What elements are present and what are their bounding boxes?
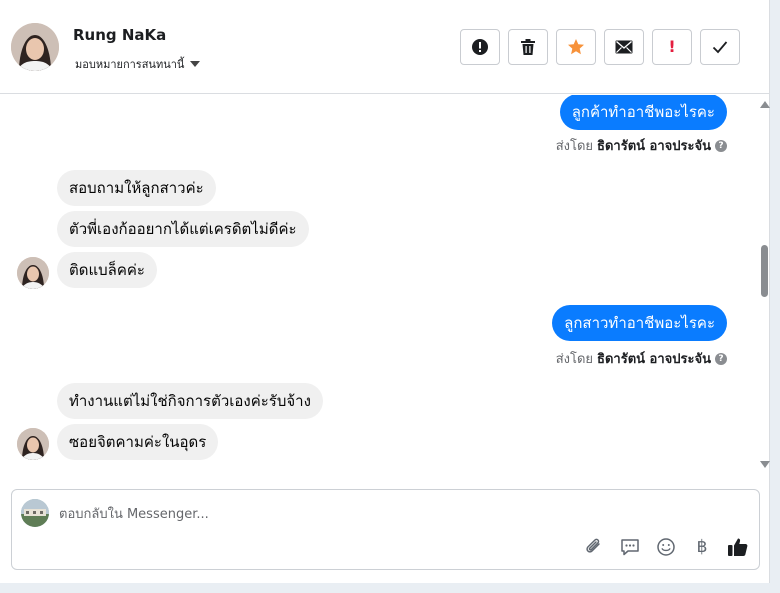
contact-avatar-small bbox=[17, 428, 49, 460]
sent-by-name: ธิดารัตน์ อาจประจัน bbox=[597, 352, 711, 367]
conversation-header: Rung NaKa มอบหมายการสนทนานี้ ! bbox=[0, 0, 770, 94]
mark-important-button[interactable]: ! bbox=[652, 29, 692, 65]
sent-by-label: ส่งโดย ธิดารัตน์ อาจประจัน ? bbox=[556, 135, 727, 156]
paperclip-icon bbox=[586, 538, 600, 553]
scroll-down-arrow-icon[interactable] bbox=[760, 461, 770, 468]
incoming-message: ทำงานแต่ไม่ใช่กิจการตัวเองค่ะรับจ้าง bbox=[57, 383, 323, 419]
contact-name: Rung NaKa bbox=[73, 26, 167, 44]
thumbs-up-icon bbox=[728, 538, 748, 556]
thread-scrollbar[interactable] bbox=[758, 95, 770, 475]
sent-by-prefix: ส่งโดย bbox=[555, 352, 594, 367]
incoming-message: ตัวพี่เองก้ออยากได้แต่เครดิตไม่ดีค่ะ bbox=[57, 211, 309, 247]
message-thread: ลูกค้าทำอาชีพอะไรคะ ส่งโดย ธิดารัตน์ อาจ… bbox=[0, 95, 758, 475]
star-icon bbox=[568, 39, 584, 55]
incoming-message: สอบถามให้ลูกสาวค่ะ bbox=[57, 170, 216, 206]
outgoing-message: ลูกค้าทำอาชีพอะไรคะ bbox=[559, 95, 727, 130]
assign-label: มอบหมายการสนทนานี้ bbox=[75, 58, 185, 71]
mark-unread-button[interactable] bbox=[604, 29, 644, 65]
reply-input[interactable] bbox=[59, 504, 619, 524]
baht-icon: ฿ bbox=[696, 537, 708, 557]
composer-tools: ฿ bbox=[583, 536, 749, 558]
mark-spam-button[interactable] bbox=[460, 29, 500, 65]
emoji-button[interactable] bbox=[655, 536, 677, 558]
chat-bubble-icon bbox=[621, 539, 639, 556]
incoming-message: ติดแบล็คค่ะ bbox=[57, 252, 157, 288]
help-icon[interactable]: ? bbox=[715, 352, 727, 365]
attach-button[interactable] bbox=[583, 536, 605, 558]
star-button[interactable] bbox=[556, 29, 596, 65]
important-icon: ! bbox=[668, 37, 676, 56]
payment-button[interactable]: ฿ bbox=[691, 536, 713, 558]
sent-by-name: ธิดารัตน์ อาจประจัน bbox=[597, 139, 711, 154]
contact-avatar-small bbox=[17, 257, 49, 289]
mail-icon bbox=[615, 40, 633, 54]
smiley-icon bbox=[657, 538, 675, 556]
contact-avatar[interactable] bbox=[11, 23, 59, 71]
conversation-panel: Rung NaKa มอบหมายการสนทนานี้ ! ลูกค้าทำอ… bbox=[0, 0, 770, 583]
saved-replies-button[interactable] bbox=[619, 536, 641, 558]
scroll-up-arrow-icon[interactable] bbox=[760, 101, 770, 108]
trash-icon bbox=[521, 39, 535, 55]
reply-composer: ฿ bbox=[11, 489, 760, 570]
outgoing-message: ลูกสาวทำอาชีพอะไรคะ bbox=[552, 305, 727, 341]
caret-down-icon bbox=[190, 61, 201, 67]
like-button[interactable] bbox=[727, 536, 749, 558]
incoming-message: ซอยจิตคามค่ะในอุดร bbox=[57, 424, 219, 460]
assign-conversation-dropdown[interactable]: มอบหมายการสนทนานี้ bbox=[75, 55, 201, 73]
sent-by-label: ส่งโดย ธิดารัตน์ อาจประจัน ? bbox=[556, 348, 727, 369]
sent-by-prefix: ส่งโดย bbox=[555, 139, 594, 154]
page-avatar bbox=[21, 499, 49, 527]
check-icon bbox=[712, 41, 728, 54]
spam-icon bbox=[472, 39, 488, 55]
help-icon[interactable]: ? bbox=[715, 139, 727, 152]
scrollbar-thumb[interactable] bbox=[761, 245, 768, 297]
mark-done-button[interactable] bbox=[700, 29, 740, 65]
action-toolbar: ! bbox=[460, 29, 740, 65]
delete-button[interactable] bbox=[508, 29, 548, 65]
